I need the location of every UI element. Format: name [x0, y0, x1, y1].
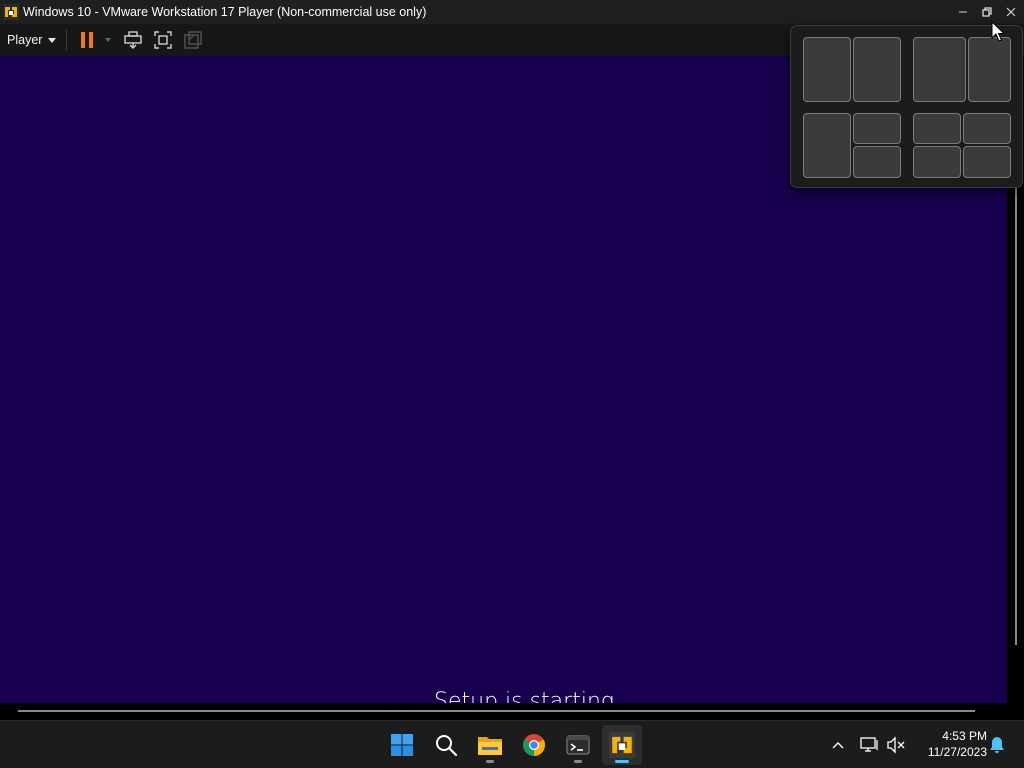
network-icon	[860, 737, 878, 752]
mouse-cursor-icon	[991, 21, 1005, 42]
show-hidden-icons-icon	[832, 742, 844, 749]
clock-date: 11/27/2023	[927, 745, 987, 759]
pause-button[interactable]	[75, 28, 99, 52]
pause-dropdown-icon[interactable]	[105, 38, 112, 42]
full-screen-button[interactable]	[151, 28, 175, 52]
taskbar: 4:53 PM 11/27/2023	[0, 720, 1024, 768]
start-icon	[391, 734, 413, 756]
minimize-button[interactable]	[951, 0, 975, 24]
minimize-icon	[959, 11, 967, 13]
search-button[interactable]	[426, 725, 466, 765]
vmware-player-icon	[609, 732, 635, 758]
window-title-bar[interactable]: Windows 10 - VMware Workstation 17 Playe…	[0, 0, 1024, 24]
snap-layouts-flyout	[790, 25, 1023, 188]
full-screen-icon	[154, 31, 173, 49]
snap-zone-right-half[interactable]	[853, 37, 901, 102]
file-explorer-button[interactable]	[470, 725, 510, 765]
window-title: Windows 10 - VMware Workstation 17 Playe…	[23, 5, 427, 19]
send-ctrl-alt-del-icon	[124, 31, 143, 49]
horizontal-scrollbar[interactable]	[0, 703, 1024, 720]
volume-button[interactable]	[884, 733, 908, 757]
taskbar-clock[interactable]: 4:53 PM 11/27/2023	[913, 728, 987, 760]
close-icon	[1006, 7, 1016, 17]
terminal-button[interactable]	[558, 725, 598, 765]
toolbar-divider	[66, 30, 68, 50]
notifications-icon	[990, 737, 1004, 753]
player-menu-label: Player	[7, 33, 43, 47]
file-explorer-icon	[478, 737, 502, 755]
running-indicator	[486, 760, 494, 763]
vmware-player-icon	[3, 4, 19, 20]
player-menu-button[interactable]: Player	[0, 28, 62, 52]
volume-muted-icon	[887, 736, 905, 754]
snap-zone-right-third[interactable]	[968, 37, 1011, 102]
snap-zone-top-right-quarter[interactable]	[853, 113, 901, 144]
chrome-icon	[523, 734, 545, 756]
send-ctrl-alt-del-button[interactable]	[121, 28, 145, 52]
chevron-down-icon	[48, 37, 57, 43]
active-app-indicator	[615, 760, 629, 763]
unity-button[interactable]	[181, 28, 205, 52]
notifications-button[interactable]	[985, 733, 1009, 757]
restore-icon	[982, 7, 992, 17]
chrome-button[interactable]	[514, 725, 554, 765]
snap-zone-bottom-right-quarter[interactable]	[853, 146, 901, 178]
snap-zone-left-half[interactable]	[803, 37, 851, 102]
search-icon	[436, 735, 458, 757]
snap-zone-bottom-right-quarter[interactable]	[963, 146, 1011, 178]
pause-icon	[81, 32, 94, 48]
vmware-taskbar-button[interactable]	[602, 725, 642, 765]
setup-status-text: Setup is starting	[434, 689, 615, 703]
show-hidden-icons-button[interactable]	[826, 733, 850, 757]
horizontal-scrollbar-thumb[interactable]	[18, 710, 975, 712]
terminal-icon	[566, 735, 590, 755]
unity-icon	[184, 31, 203, 49]
network-button[interactable]	[858, 733, 882, 757]
snap-zone-left-two-thirds[interactable]	[913, 37, 966, 102]
snap-zone-top-right-quarter[interactable]	[963, 113, 1011, 144]
running-indicator	[574, 760, 582, 763]
start-button[interactable]	[382, 725, 422, 765]
snap-zone-top-left-quarter[interactable]	[913, 113, 961, 144]
clock-time: 4:53 PM	[942, 729, 987, 743]
snap-zone-bottom-left-quarter[interactable]	[913, 146, 961, 178]
snap-zone-left-half[interactable]	[803, 113, 851, 178]
